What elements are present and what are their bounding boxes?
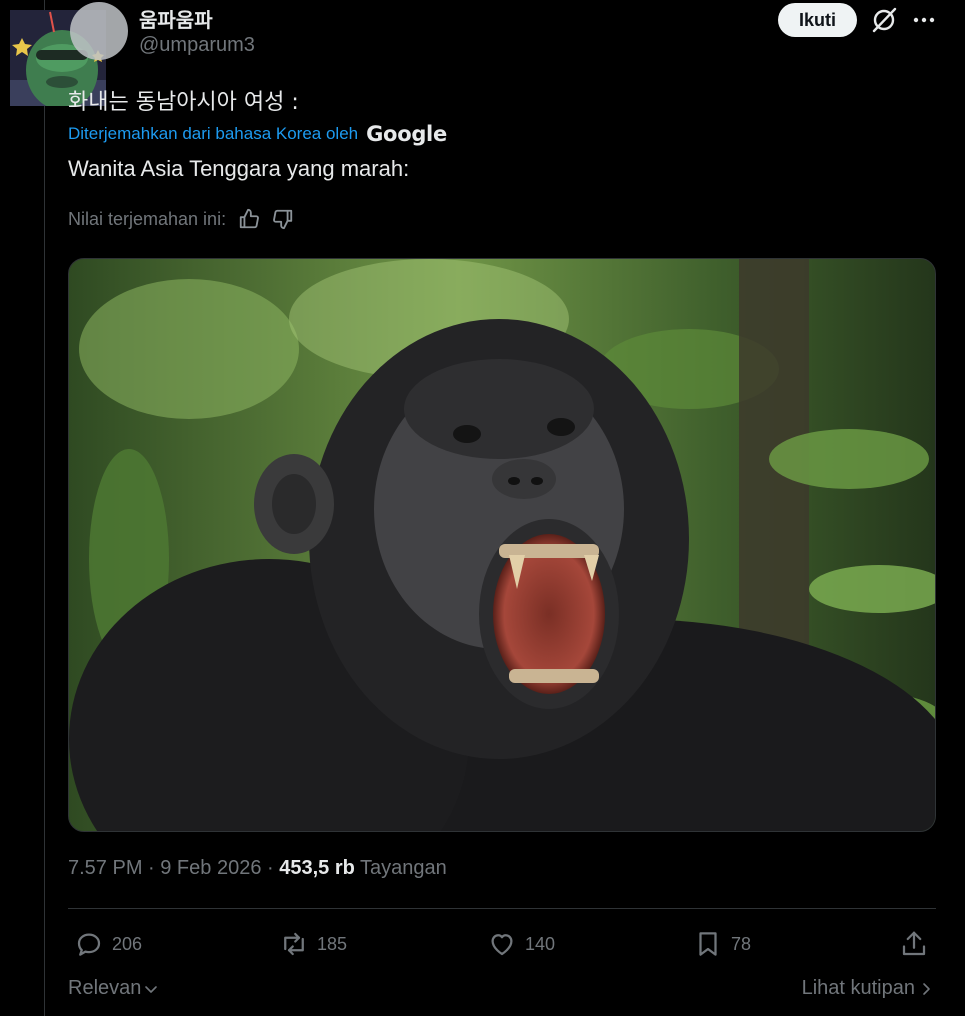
divider bbox=[68, 908, 936, 909]
tweet-meta: 7.57 PM · 9 Feb 2026 · 453,5 rb Tayangan bbox=[68, 857, 447, 880]
translation-link[interactable]: Diterjemahkan dari bahasa Korea oleh bbox=[68, 124, 358, 144]
timestamp[interactable]: 7.57 PM · 9 Feb 2026 · bbox=[68, 857, 279, 879]
display-name[interactable]: 움파움파 bbox=[139, 4, 213, 33]
translation-attribution: Diterjemahkan dari bahasa Korea oleh Goo… bbox=[68, 122, 447, 146]
grok-icon[interactable] bbox=[870, 6, 898, 34]
bookmark-count: 78 bbox=[731, 933, 752, 954]
thumbs-down-icon[interactable] bbox=[272, 208, 294, 230]
reply-button[interactable]: 206 bbox=[74, 928, 142, 960]
reply-count: 206 bbox=[112, 933, 143, 954]
views-label: Tayangan bbox=[354, 857, 447, 879]
like-button[interactable]: 140 bbox=[487, 928, 555, 960]
quotes-label: Lihat kutipan bbox=[801, 977, 915, 999]
tweet-translated-text: Wanita Asia Tenggara yang marah: bbox=[68, 156, 410, 181]
sort-label: Relevan bbox=[68, 977, 142, 999]
reply-sort-dropdown[interactable]: Relevan bbox=[68, 977, 159, 1000]
repost-button[interactable]: 185 bbox=[279, 928, 347, 960]
handle[interactable]: @umparum3 bbox=[139, 34, 255, 57]
repost-count: 185 bbox=[317, 933, 348, 954]
share-icon bbox=[902, 931, 926, 956]
chevron-right-icon bbox=[923, 982, 930, 995]
chevron-down-icon bbox=[145, 985, 158, 993]
tweet-original-text: 화내는 동남아시아 여성 : bbox=[68, 90, 299, 115]
view-quotes-link[interactable]: Lihat kutipan bbox=[802, 977, 933, 1000]
repost-icon bbox=[284, 932, 304, 956]
follow-button[interactable]: Ikuti bbox=[778, 3, 857, 37]
rate-translation-label: Nilai terjemahan ini: bbox=[68, 208, 227, 229]
bookmark-button[interactable]: 78 bbox=[693, 928, 751, 960]
like-count: 140 bbox=[525, 933, 556, 954]
thumbs-up-icon[interactable] bbox=[238, 208, 260, 230]
reply-icon bbox=[77, 933, 101, 956]
like-icon bbox=[491, 934, 513, 956]
more-icon[interactable] bbox=[910, 6, 938, 34]
translator-brand: Google bbox=[366, 122, 447, 146]
bookmark-icon bbox=[699, 932, 717, 956]
tweet-media-image[interactable] bbox=[68, 258, 936, 832]
avatar-overlay bbox=[70, 2, 128, 60]
views-count: 453,5 rb bbox=[279, 857, 355, 879]
rate-translation-row: Nilai terjemahan ini: bbox=[68, 208, 294, 230]
thread-line bbox=[44, 0, 45, 1016]
share-button[interactable] bbox=[899, 928, 929, 960]
